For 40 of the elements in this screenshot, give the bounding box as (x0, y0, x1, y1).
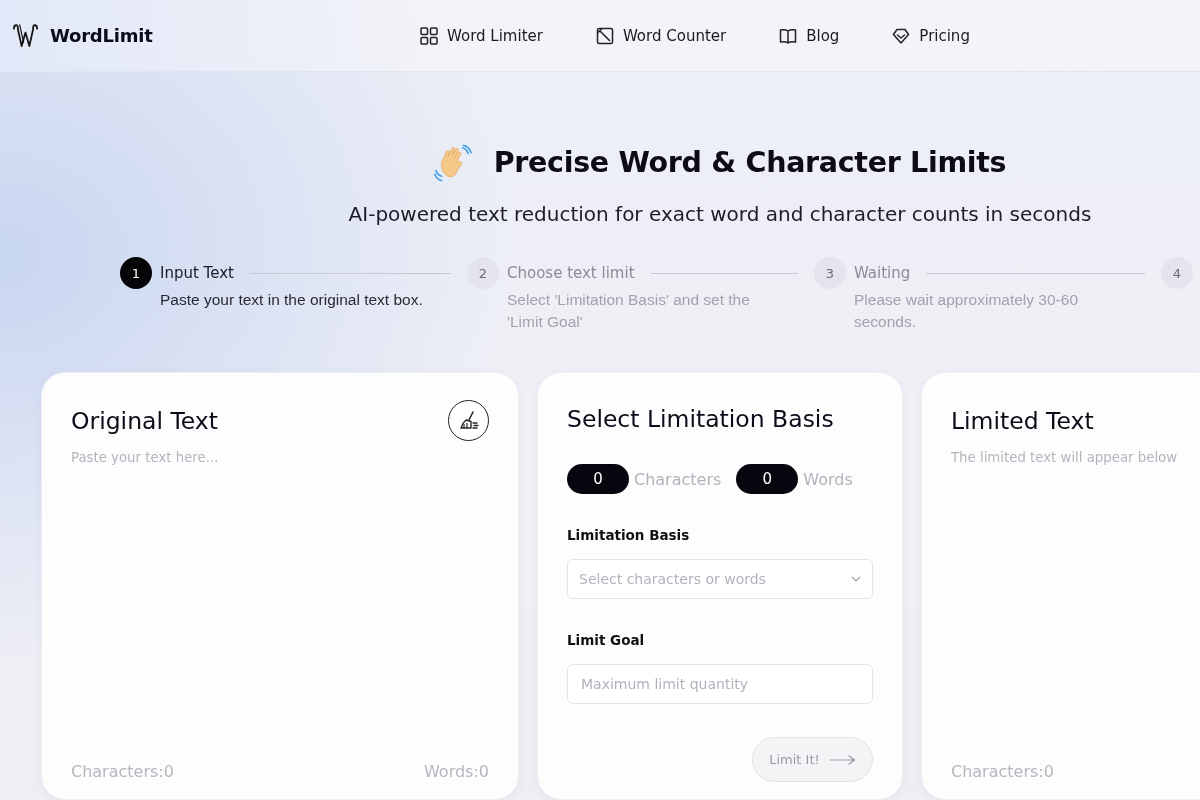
step-number: 3 (814, 257, 846, 289)
waving-hand-icon (433, 144, 472, 182)
step-description: Select 'Limitation Basis' and set the 'Limit Goal' (507, 290, 751, 332)
book-icon (779, 26, 798, 45)
clear-button[interactable] (448, 400, 489, 441)
count-label: Words (803, 469, 853, 489)
field-label: Limit Goal (567, 631, 646, 650)
step-description: Please wait approximately 30-60 seconds. (854, 290, 1079, 332)
step-title: Waiting (854, 264, 911, 282)
count-badge: 0 (736, 464, 799, 494)
page-subtitle: AI-powered text reduction for exact word and character counts in seconds (348, 201, 1092, 228)
step-number: 1 (120, 257, 152, 289)
count-label: Characters (634, 469, 722, 489)
count-badge: 0 (567, 464, 629, 494)
square-slash-icon (595, 26, 614, 45)
chevron-down-icon (851, 576, 861, 582)
nav-link[interactable]: Word Limiter (420, 26, 543, 45)
character-count: Characters:0 (71, 761, 174, 781)
arrow-right-icon (829, 754, 856, 765)
step-description: Paste your text in the original text box. (160, 290, 424, 310)
nav-link[interactable]: Blog (779, 26, 840, 45)
logo-icon (12, 21, 39, 50)
step-number: 4 (1161, 257, 1193, 289)
step-number: 2 (467, 257, 499, 289)
step-title: Choose text limit (507, 264, 635, 282)
logo-text: WordLimit (50, 25, 153, 46)
card-title: Limited Text (951, 405, 1094, 436)
word-count: Words:0 (423, 761, 489, 781)
broom-icon (457, 409, 480, 432)
step-title: Input Text (160, 264, 234, 282)
card-title: Original Text (71, 405, 218, 436)
character-count: Characters:0 (951, 761, 1054, 781)
gem-icon (892, 26, 911, 45)
page-title: Precise Word & Character Limits (493, 145, 1007, 181)
nav-link[interactable]: Pricing (892, 26, 970, 45)
nav-link[interactable]: Word Counter (595, 26, 727, 45)
card-title: Select Limitation Basis (567, 404, 834, 434)
grid-icon (420, 26, 438, 45)
limit-goal-input[interactable]: Maximum limit quantity (567, 664, 873, 704)
field-label: Limitation Basis (567, 526, 691, 545)
